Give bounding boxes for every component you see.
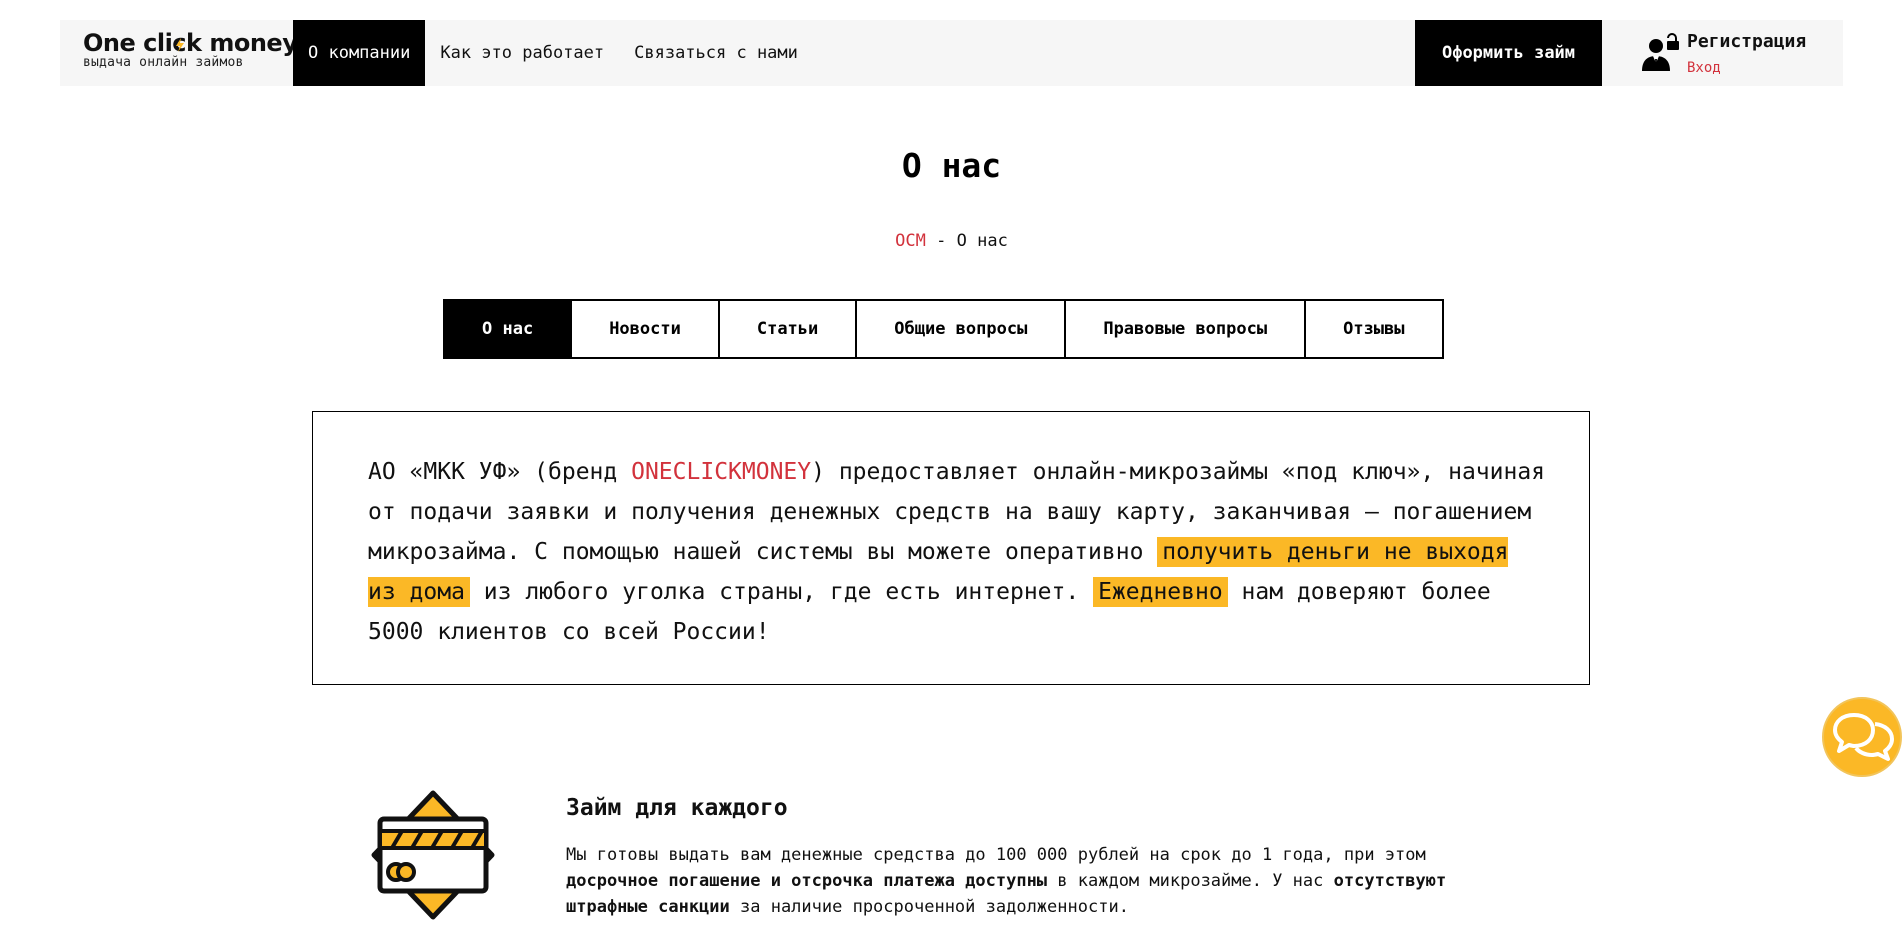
tab-legal-questions[interactable]: Правовые вопросы	[1066, 301, 1307, 357]
breadcrumb: OCM - О нас	[0, 231, 1903, 251]
apply-loan-button[interactable]: Оформить займ	[1415, 20, 1602, 86]
intro-box: АО «МКК УФ» (бренд ONECLICKMONEY) предос…	[312, 411, 1590, 685]
credit-card-icon	[371, 790, 495, 920]
logo-title: One click money	[83, 29, 298, 57]
logo-subtitle: выдача онлайн займов	[83, 55, 244, 70]
tab-about-us[interactable]: О нас	[445, 301, 573, 357]
nav-about-company[interactable]: О компании	[293, 20, 426, 86]
nav-contact-us[interactable]: Связаться с нами	[619, 20, 813, 86]
user-lock-icon[interactable]	[1641, 33, 1683, 73]
intro-text: АО «МКК УФ» (бренд ONECLICKMONEY) предос…	[368, 452, 1548, 652]
intro-text-part: АО «МКК УФ» (бренд	[368, 459, 632, 485]
intro-text-part: из любого уголка страны, где есть интерн…	[469, 579, 1094, 605]
site-header: One click money выдача онлайн займов О к…	[60, 20, 1843, 86]
breadcrumb-home-link[interactable]: OCM	[895, 231, 926, 251]
breadcrumb-current: О нас	[956, 231, 1008, 251]
section-tabs: О нас Новости Статьи Общие вопросы Право…	[443, 299, 1444, 359]
breadcrumb-separator: -	[936, 231, 947, 251]
feature-text-part: в каждом микрозайме. У нас	[1047, 871, 1334, 891]
page-title: О нас	[901, 146, 1002, 185]
feature-text-part: за наличие просроченной задолженности.	[729, 897, 1129, 917]
tab-general-questions[interactable]: Общие вопросы	[857, 301, 1067, 357]
tab-articles[interactable]: Статьи	[719, 301, 858, 357]
main-nav: О компании Как это работает Связаться с …	[293, 20, 813, 86]
register-link[interactable]: Регистрация	[1687, 31, 1806, 52]
feature-text-bold: досрочное погашение и отсрочка платежа д…	[566, 871, 1048, 891]
logo[interactable]: One click money выдача онлайн займов	[83, 29, 298, 70]
tab-news[interactable]: Новости	[572, 301, 720, 357]
feature-text: Мы готовы выдать вам денежные средства д…	[566, 842, 1496, 920]
chat-bubbles-icon	[1833, 713, 1894, 761]
highlight-daily: Ежедневно	[1093, 577, 1228, 607]
nav-how-it-works[interactable]: Как это работает	[425, 20, 619, 86]
logo-spark-icon	[176, 38, 184, 52]
login-link[interactable]: Вход	[1687, 60, 1721, 76]
brand-name: ONECLICKMONEY	[631, 459, 812, 485]
feature-title: Займ для каждого	[566, 795, 788, 821]
feature-text-part: Мы готовы выдать вам денежные средства д…	[566, 845, 1426, 865]
chat-widget-button[interactable]	[1822, 697, 1902, 777]
tab-reviews[interactable]: Отзывы	[1306, 301, 1442, 357]
